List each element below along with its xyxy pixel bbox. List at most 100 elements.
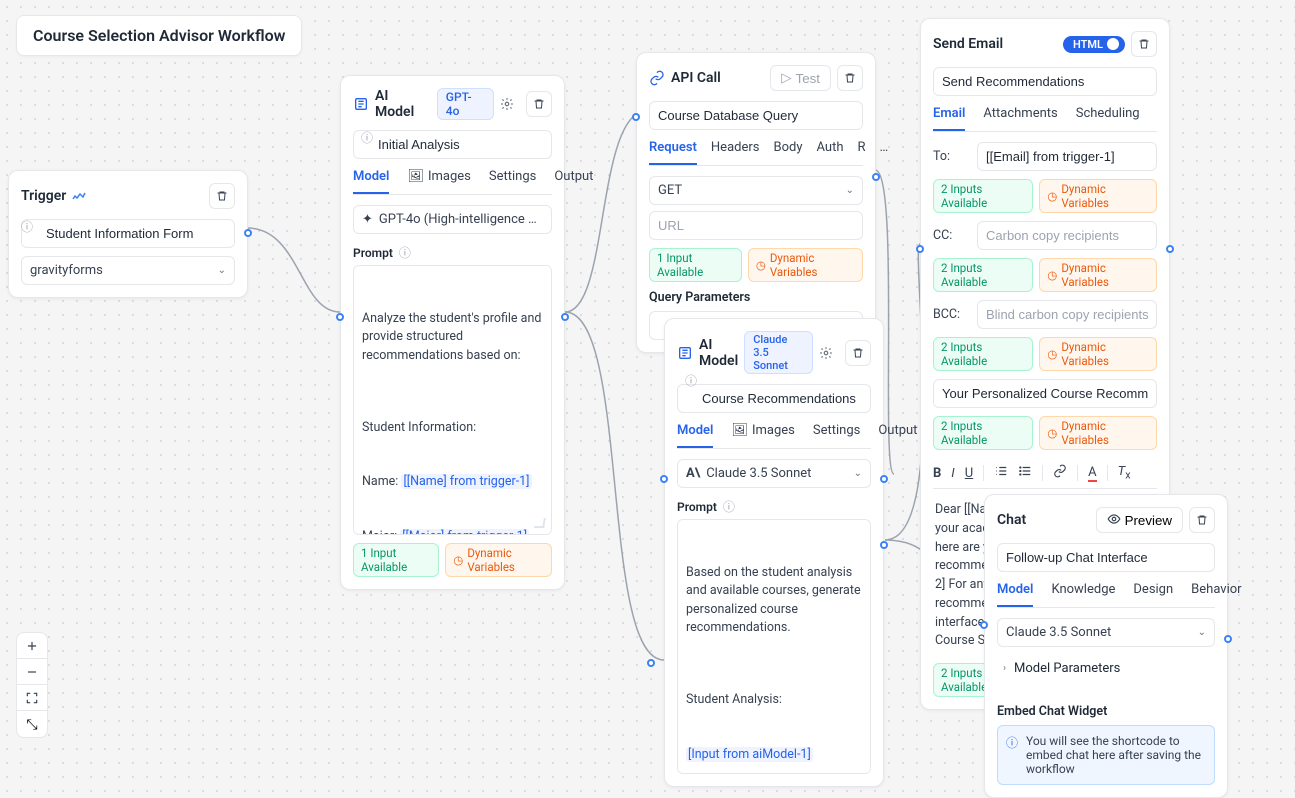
ai-model-2-prompt-textarea[interactable]: Based on the student analysis and availa… xyxy=(677,519,871,774)
output-port[interactable] xyxy=(872,173,880,181)
unordered-list-button[interactable] xyxy=(1018,464,1032,482)
tab-model[interactable]: Model xyxy=(997,582,1033,607)
ai-model-2-model-select[interactable]: A\ Claude 3.5 Sonnet ⌄ xyxy=(677,459,871,488)
output-port-2[interactable] xyxy=(880,475,888,483)
bcc-label: BCC: xyxy=(933,307,969,322)
fit-view-button[interactable] xyxy=(17,685,47,711)
input-port[interactable] xyxy=(916,245,924,253)
trigger-provider-select[interactable]: gravityforms ⌄ xyxy=(21,256,235,285)
ai-model-2-settings-button[interactable] xyxy=(813,340,839,366)
ai-model-2-delete-button[interactable] xyxy=(845,340,871,366)
tab-model[interactable]: Model xyxy=(677,423,713,448)
ai-model-1-settings-button[interactable] xyxy=(494,91,520,117)
ai-model-1-delete-button[interactable] xyxy=(526,91,552,117)
input-port[interactable] xyxy=(980,621,988,629)
input-port-2[interactable] xyxy=(647,659,655,667)
tab-knowledge[interactable]: Knowledge xyxy=(1051,582,1115,607)
output-port[interactable] xyxy=(1224,635,1232,643)
zoom-out-button[interactable] xyxy=(17,659,47,685)
model-option-label: GPT-4o (High-intelligence flagship model… xyxy=(379,212,543,227)
inputs-available-pill[interactable]: 2 Inputs Available xyxy=(933,416,1033,450)
tab-output[interactable]: Output xyxy=(554,169,593,194)
model-parameters-toggle[interactable]: › Model Parameters xyxy=(997,657,1215,680)
output-port[interactable] xyxy=(1166,245,1174,253)
info-icon: ⓘ xyxy=(1006,734,1018,751)
clear-format-button[interactable]: Tx xyxy=(1118,464,1131,482)
ai-model-2-title: AI Model xyxy=(699,337,738,369)
html-toggle[interactable]: HTML xyxy=(1063,36,1125,53)
ai-model-2-name-input[interactable] xyxy=(677,384,871,413)
tab-auth[interactable]: Auth xyxy=(817,140,844,165)
email-name-input[interactable] xyxy=(933,67,1157,96)
inputs-available-pill[interactable]: 2 Inputs Available xyxy=(933,179,1033,213)
dynamic-variables-pill[interactable]: ◷Dynamic Variables xyxy=(748,248,863,282)
output-port[interactable] xyxy=(880,541,888,549)
chat-delete-button[interactable] xyxy=(1189,507,1215,533)
input-port-1[interactable] xyxy=(660,475,668,483)
dynamic-variables-pill[interactable]: ◷Dynamic Variables xyxy=(1039,258,1157,292)
api-name-input[interactable] xyxy=(649,101,863,130)
underline-button[interactable]: U xyxy=(965,466,973,481)
tab-more[interactable]: … xyxy=(880,140,889,165)
info-icon: ⓘ xyxy=(21,218,33,235)
trigger-output-port[interactable] xyxy=(244,229,252,237)
dynamic-variables-pill[interactable]: ◷Dynamic Variables xyxy=(445,543,552,577)
zoom-in-button[interactable] xyxy=(17,633,47,659)
tab-response[interactable]: R xyxy=(858,140,866,165)
tab-attachments[interactable]: Attachments xyxy=(983,106,1057,131)
api-url-input[interactable] xyxy=(649,211,863,240)
model-option-label: Claude 3.5 Sonnet xyxy=(706,466,811,481)
ordered-list-button[interactable] xyxy=(994,464,1008,482)
dynamic-variables-pill[interactable]: ◷Dynamic Variables xyxy=(1039,179,1157,213)
chat-name-input[interactable] xyxy=(997,543,1215,572)
inputs-available-pill[interactable]: 1 Input Available xyxy=(353,543,439,577)
email-bcc-input[interactable] xyxy=(977,300,1157,329)
tab-scheduling[interactable]: Scheduling xyxy=(1076,106,1140,131)
ai-model-1-model-select[interactable]: ✦ GPT-4o (High-intelligence flagship mod… xyxy=(353,205,552,234)
tab-request[interactable]: Request xyxy=(649,140,697,165)
input-port[interactable] xyxy=(632,113,640,121)
chat-title: Chat xyxy=(997,512,1026,528)
tab-settings[interactable]: Settings xyxy=(489,169,536,194)
ai-model-1-name-input[interactable] xyxy=(353,130,552,159)
api-method-select[interactable]: GET ⌄ xyxy=(649,176,863,205)
link-button[interactable] xyxy=(1053,464,1067,482)
chat-model-select[interactable]: Claude 3.5 Sonnet ⌄ xyxy=(997,618,1215,647)
inputs-available-pill[interactable]: 2 Inputs Available xyxy=(933,337,1033,371)
trigger-name-input[interactable] xyxy=(21,219,235,248)
ai-model-1-title: AI Model xyxy=(375,88,431,120)
inputs-available-pill[interactable]: 2 Inputs Available xyxy=(933,258,1033,292)
bold-button[interactable]: B xyxy=(933,466,941,481)
chat-model-value: Claude 3.5 Sonnet xyxy=(1006,625,1111,640)
tab-behavior[interactable]: Behavior xyxy=(1191,582,1241,607)
dynamic-variables-pill[interactable]: ◷Dynamic Variables xyxy=(1039,337,1157,371)
api-delete-button[interactable] xyxy=(837,65,863,91)
email-to-input[interactable] xyxy=(977,142,1157,171)
cc-label: CC: xyxy=(933,228,969,243)
email-subject-input[interactable] xyxy=(933,379,1157,408)
email-cc-input[interactable] xyxy=(977,221,1157,250)
dynamic-variables-pill[interactable]: ◷Dynamic Variables xyxy=(1039,416,1157,450)
tab-design[interactable]: Design xyxy=(1133,582,1173,607)
italic-button[interactable]: I xyxy=(951,466,954,481)
email-delete-button[interactable] xyxy=(1131,31,1157,57)
tab-output[interactable]: Output xyxy=(878,423,917,448)
chat-preview-button[interactable]: Preview xyxy=(1096,507,1183,533)
api-test-button[interactable]: ▷ Test xyxy=(770,65,831,91)
tab-model[interactable]: Model xyxy=(353,169,389,194)
text-color-button[interactable]: A xyxy=(1088,465,1096,482)
tab-headers[interactable]: Headers xyxy=(711,140,760,165)
more-controls-button[interactable]: ⤡ xyxy=(17,711,47,737)
tab-settings[interactable]: Settings xyxy=(813,423,860,448)
tab-email[interactable]: Email xyxy=(933,106,965,131)
tab-images[interactable]: 🖼Images xyxy=(407,169,470,194)
trigger-delete-button[interactable] xyxy=(209,183,235,209)
ai-model-1-prompt-textarea[interactable]: Analyze the student's profile and provid… xyxy=(353,265,552,535)
tab-images[interactable]: 🖼Images xyxy=(731,423,794,448)
image-icon: 🖼 xyxy=(731,423,748,438)
output-port[interactable] xyxy=(561,313,569,321)
inputs-available-pill[interactable]: 1 Input Available xyxy=(649,248,742,282)
input-port[interactable] xyxy=(336,313,344,321)
tab-body[interactable]: Body xyxy=(774,140,803,165)
chevron-right-icon: › xyxy=(1003,663,1006,674)
